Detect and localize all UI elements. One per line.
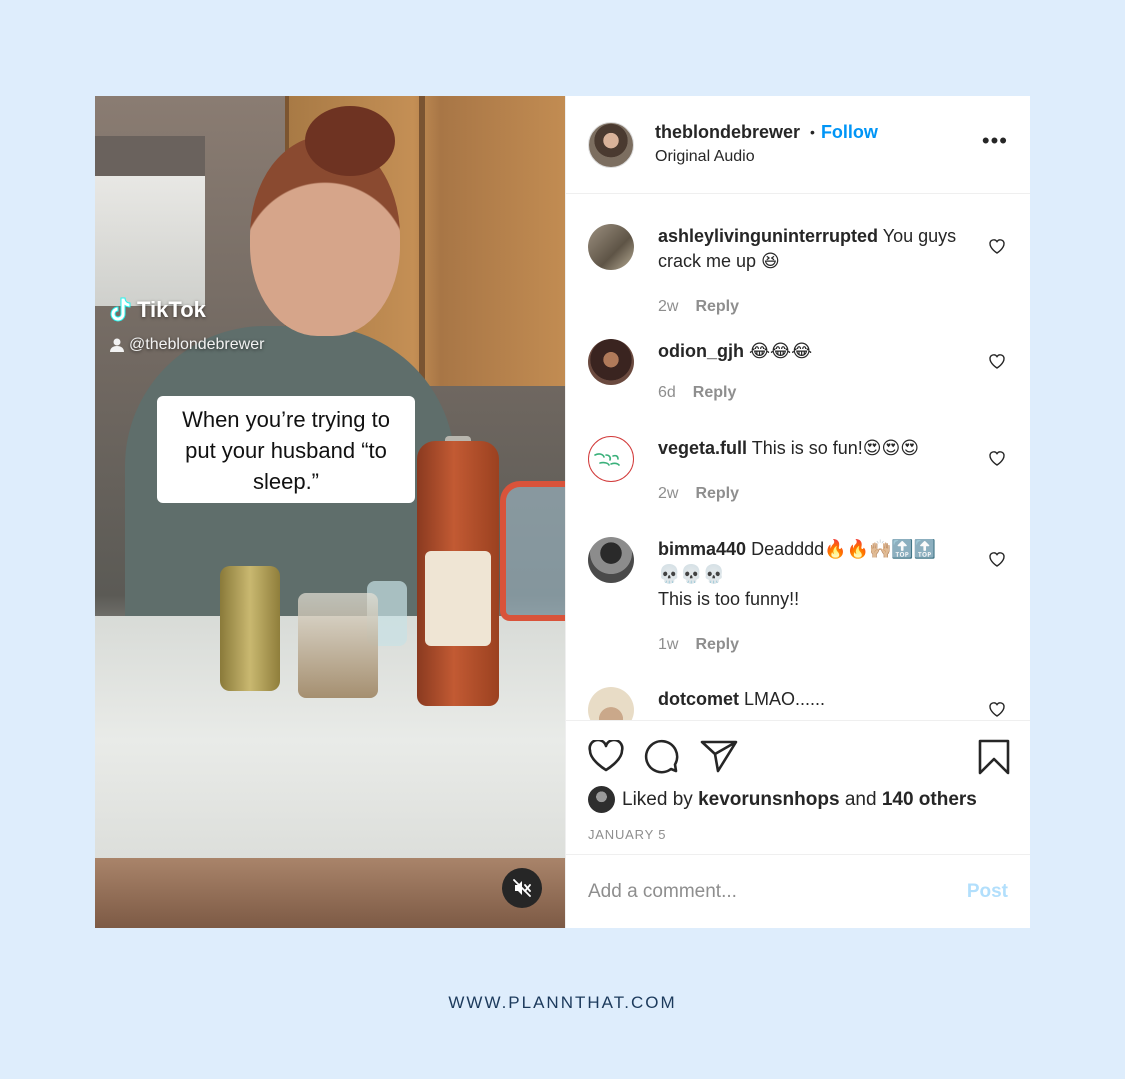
comment-text-line: odion_gjh 😂😂😂 <box>658 339 958 364</box>
comment-item: odion_gjh 😂😂😂 6d Reply <box>588 339 1008 405</box>
comment-time[interactable]: 2w <box>658 481 678 506</box>
video-scene-person-hair <box>305 106 395 176</box>
author-avatar[interactable] <box>588 121 634 168</box>
footer-url: WWW.PLANNTHAT.COM <box>448 993 677 1012</box>
comment-meta: 2w Reply <box>658 294 958 319</box>
liker-avatar[interactable] <box>588 786 615 813</box>
mute-button[interactable] <box>502 868 542 908</box>
comment-text: 😂😂😂 <box>749 341 813 361</box>
comment-text-line: ashleylivinguninterrupted You guys crack… <box>658 224 958 274</box>
comment-body: odion_gjh 😂😂😂 6d Reply <box>658 339 958 405</box>
reply-button[interactable]: Reply <box>693 380 737 405</box>
liker-username[interactable]: kevorunsnhops <box>698 789 839 811</box>
post-video[interactable]: TikTok @theblondebrewer When you’re tryi… <box>95 96 565 928</box>
like-heart-icon[interactable] <box>588 740 624 772</box>
liked-by-connector: and <box>844 788 877 810</box>
comment-body: ashleylivinguninterrupted You guys crack… <box>658 224 958 319</box>
post-header: theblondebrewer • Follow Original Audio … <box>566 96 1030 194</box>
comment-like-heart-icon[interactable] <box>988 353 1006 369</box>
commenter-avatar[interactable] <box>588 687 634 720</box>
reply-button[interactable]: Reply <box>695 632 739 657</box>
comment-item: dotcomet LMAO...... <box>588 687 1008 720</box>
comments-list[interactable]: ashleylivinguninterrupted You guys crack… <box>566 194 1030 720</box>
commenter-avatar[interactable] <box>588 436 634 482</box>
original-audio-link[interactable]: Original Audio <box>655 148 878 166</box>
comment-meta: 1w Reply <box>658 632 958 657</box>
video-scene-counter-edge <box>95 858 565 928</box>
comment-like-heart-icon[interactable] <box>988 701 1006 717</box>
action-icons-row <box>588 721 1010 791</box>
vegeta-full-logo-icon <box>594 453 620 466</box>
header-text: theblondebrewer • Follow Original Audio <box>655 122 878 166</box>
comment-like-heart-icon[interactable] <box>988 551 1006 567</box>
commenter-avatar[interactable] <box>588 537 634 583</box>
tiktok-handle-text: @theblondebrewer <box>129 336 265 353</box>
comment-text-second-line: This is too funny!! <box>658 589 800 609</box>
comment-time[interactable]: 1w <box>658 632 678 657</box>
muted-speaker-icon <box>513 879 531 897</box>
comment-time[interactable]: 2w <box>658 294 678 319</box>
post-actions: Liked by kevorunsnhops and 140 others JA… <box>566 720 1030 854</box>
commenter-username[interactable]: ashleylivinguninterrupted <box>658 226 878 246</box>
comment-text: LMAO...... <box>744 689 826 709</box>
reply-button[interactable]: Reply <box>695 481 739 506</box>
commenter-username[interactable]: vegeta.full <box>658 438 747 458</box>
tiktok-watermark: TikTok <box>107 296 206 324</box>
comment-item: ashleylivinguninterrupted You guys crack… <box>588 224 1008 319</box>
video-scene-glass <box>298 593 378 698</box>
separator-dot: • <box>810 124 815 140</box>
video-scene-bottle-label <box>425 551 491 646</box>
tiktok-brand-text: TikTok <box>137 297 206 322</box>
likes-others-count[interactable]: 140 others <box>882 789 977 811</box>
comment-meta: 2w Reply <box>658 481 958 506</box>
user-icon <box>110 338 124 352</box>
instagram-post-card: TikTok @theblondebrewer When you’re tryi… <box>95 96 1030 928</box>
comment-body: dotcomet LMAO...... <box>658 687 958 720</box>
header-top-row: theblondebrewer • Follow <box>655 122 878 143</box>
comment-body: bimma440 Deadddd🔥🔥🙌🏼🔝🔝💀💀💀 This is too fu… <box>658 537 958 657</box>
share-paper-plane-icon[interactable] <box>700 739 738 773</box>
comment-text: This is so fun!😍😍😍 <box>751 438 920 458</box>
video-scene-pitcher <box>500 481 565 621</box>
video-caption: When you’re trying to put your husband “… <box>157 396 415 503</box>
comment-meta: 6d Reply <box>658 380 958 405</box>
commenter-username[interactable]: bimma440 <box>658 539 746 559</box>
follow-button[interactable]: Follow <box>821 122 878 143</box>
comment-bubble-icon[interactable] <box>644 738 680 774</box>
comment-item: bimma440 Deadddd🔥🔥🙌🏼🔝🔝💀💀💀 This is too fu… <box>588 537 1008 657</box>
comment-like-heart-icon[interactable] <box>988 450 1006 466</box>
commenter-avatar[interactable] <box>588 339 634 385</box>
post-comment-button[interactable]: Post <box>967 881 1008 903</box>
liked-by-prefix: Liked by <box>622 788 693 810</box>
comment-text-line: vegeta.full This is so fun!😍😍😍 <box>658 436 958 461</box>
save-bookmark-icon[interactable] <box>978 739 1010 775</box>
comment-text-line: bimma440 Deadddd🔥🔥🙌🏼🔝🔝💀💀💀 <box>658 537 958 587</box>
author-username[interactable]: theblondebrewer <box>655 122 800 143</box>
add-comment-input[interactable] <box>588 880 967 903</box>
comment-body: vegeta.full This is so fun!😍😍😍 2w Reply <box>658 436 958 506</box>
post-date[interactable]: JANUARY 5 <box>588 827 1010 842</box>
more-options-button[interactable]: ••• <box>982 130 1008 152</box>
commenter-username[interactable]: odion_gjh <box>658 341 744 361</box>
likes-summary: Liked by kevorunsnhops and 140 others <box>588 786 1010 813</box>
video-scene-window <box>95 136 205 306</box>
comment-time[interactable]: 6d <box>658 380 676 405</box>
tiktok-handle: @theblondebrewer <box>110 336 264 354</box>
comment-like-heart-icon[interactable] <box>988 238 1006 254</box>
commenter-username[interactable]: dotcomet <box>658 689 739 709</box>
reply-button[interactable]: Reply <box>695 294 739 319</box>
add-comment-bar: Post <box>566 854 1030 928</box>
post-side-panel: theblondebrewer • Follow Original Audio … <box>565 96 1030 928</box>
video-scene-can <box>220 566 280 691</box>
comment-text-line: dotcomet LMAO...... <box>658 687 958 712</box>
tiktok-icon <box>110 297 131 322</box>
commenter-avatar[interactable] <box>588 224 634 270</box>
comment-item: vegeta.full This is so fun!😍😍😍 2w Reply <box>588 436 1008 506</box>
